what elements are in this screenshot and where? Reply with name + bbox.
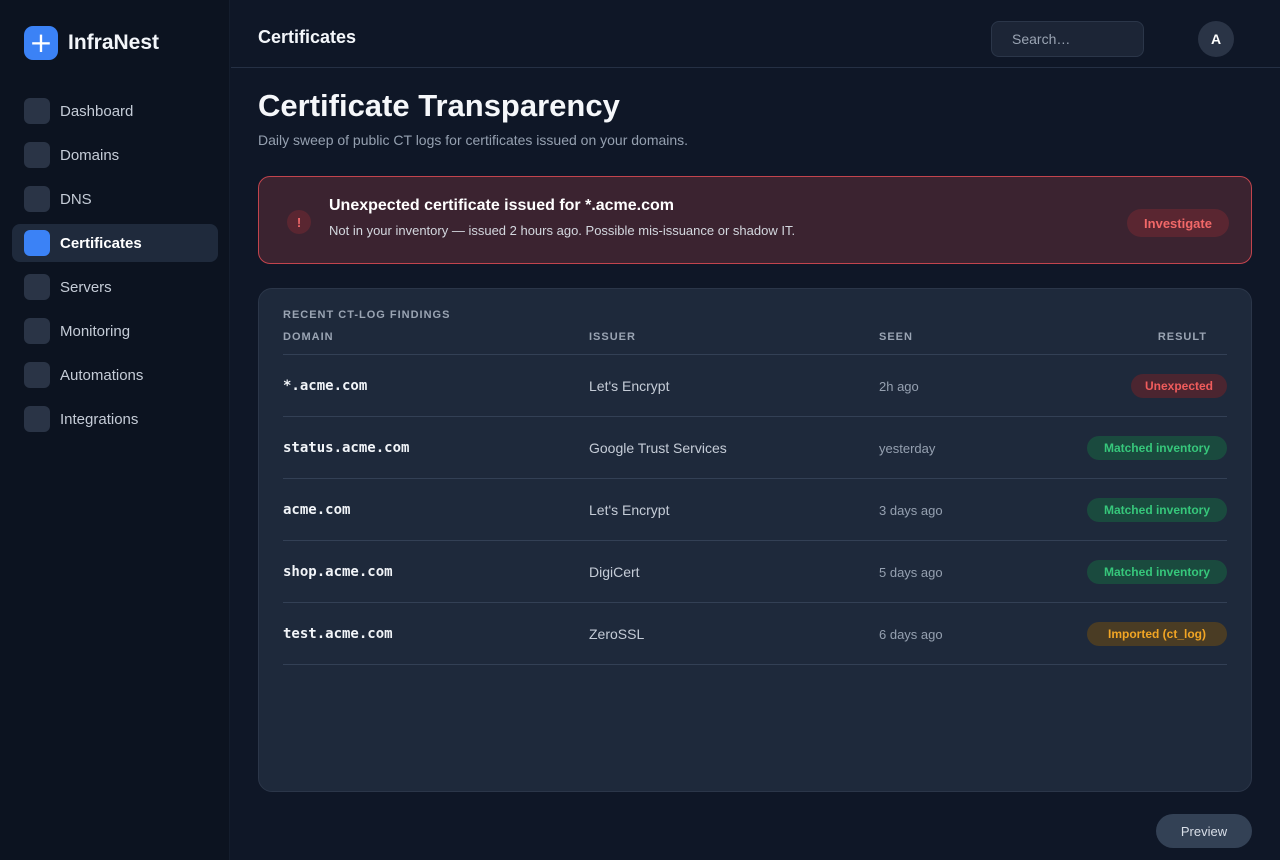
status-badge: Matched inventory [1086, 498, 1227, 522]
domain-cell: test.acme.com [283, 626, 393, 642]
issuer-cell: Google Trust Services [589, 440, 727, 456]
sidebar-item-monitoring[interactable]: Monitoring [12, 312, 218, 350]
sidebar-nav: Dashboard Domains DNS Certificates Servers Mo… [12, 92, 218, 444]
status-badge: Matched inventory [1086, 436, 1227, 460]
result-cell: Imported (ct_log) [1087, 603, 1227, 665]
findings-title: RECENT CT-LOG FINDINGS [283, 309, 451, 321]
table-row[interactable]: shop.acme.com DigiCert 5 days ago Matched i… [283, 541, 1227, 603]
status-badge: Imported (ct_log) [1087, 622, 1227, 646]
alert-banner: ! Unexpected certificate issued for *.ac… [258, 176, 1252, 264]
domain-cell: acme.com [283, 502, 351, 518]
column-header-domain: DOMAIN [283, 331, 334, 343]
sidebar-item-dashboard[interactable]: Dashboard [12, 92, 218, 130]
table-row[interactable]: acme.com Let's Encrypt 3 days ago Matched i… [283, 479, 1227, 541]
findings-panel: RECENT CT-LOG FINDINGS DOMAIN ISSUER SEE… [258, 288, 1252, 792]
seen-cell: 5 days ago [879, 564, 943, 580]
automations-icon [24, 362, 50, 388]
sidebar-item-certificates[interactable]: Certificates [12, 224, 218, 262]
issuer-cell: DigiCert [589, 564, 640, 580]
findings-table: *.acme.com Let's Encrypt 2h ago Unexpected s… [283, 355, 1227, 665]
dashboard-icon [24, 98, 50, 124]
sidebar-item-dns[interactable]: DNS [12, 180, 218, 218]
domain-cell: shop.acme.com [283, 564, 393, 580]
sidebar: + InfraNest Dashboard Domains DNS Certifica… [0, 0, 230, 860]
seen-cell: 3 days ago [879, 502, 943, 518]
seen-cell: yesterday [879, 440, 936, 456]
sidebar-item-automations[interactable]: Automations [12, 356, 218, 394]
seen-cell: 6 days ago [879, 626, 943, 642]
top-bar: Certificates A [231, 0, 1280, 68]
sidebar-item-domains[interactable]: Domains [12, 136, 218, 174]
table-row[interactable]: status.acme.com Google Trust Services yest… [283, 417, 1227, 479]
result-cell: Matched inventory [1086, 541, 1227, 603]
servers-icon [24, 274, 50, 300]
result-cell: Matched inventory [1086, 479, 1227, 541]
sidebar-item-label: Domains [60, 146, 120, 164]
sidebar-item-label: Servers [60, 278, 112, 296]
sidebar-item-label: Certificates [60, 234, 142, 252]
table-row[interactable]: test.acme.com ZeroSSL 6 days ago Imported (… [283, 603, 1227, 665]
sidebar-item-label: Integrations [60, 410, 139, 428]
integrations-icon [24, 406, 50, 432]
result-cell: Unexpected [1130, 355, 1227, 417]
result-cell: Matched inventory [1086, 417, 1227, 479]
page-title: Certificate Transparency [258, 88, 620, 123]
monitoring-icon [24, 318, 50, 344]
sidebar-item-label: Automations [60, 366, 144, 384]
alert-text: Not in your inventory — issued 2 hours a… [329, 223, 796, 238]
column-header-seen: SEEN [879, 331, 913, 343]
header-title: Certificates [258, 27, 357, 47]
sidebar-item-label: Dashboard [60, 102, 134, 120]
domain-cell: *.acme.com [283, 378, 368, 394]
investigate-button[interactable]: Investigate [1127, 209, 1229, 237]
plus-icon: + [24, 26, 58, 60]
dns-icon [24, 186, 50, 212]
seen-cell: 2h ago [879, 378, 919, 394]
status-badge: Matched inventory [1086, 560, 1227, 584]
sidebar-item-integrations[interactable]: Integrations [12, 400, 218, 438]
domain-cell: status.acme.com [283, 440, 410, 456]
issuer-cell: Let's Encrypt [589, 502, 670, 518]
table-row[interactable]: *.acme.com Let's Encrypt 2h ago Unexpected [283, 355, 1227, 417]
sidebar-item-label: DNS [60, 190, 92, 208]
column-header-result: RESULT [1157, 331, 1207, 343]
preview-button[interactable]: Preview [1156, 814, 1252, 848]
app-name: InfraNest [68, 31, 160, 54]
issuer-cell: ZeroSSL [589, 626, 645, 642]
domains-icon [24, 142, 50, 168]
sidebar-item-label: Monitoring [60, 322, 131, 340]
status-badge: Unexpected [1130, 374, 1227, 398]
certificates-icon [24, 230, 50, 256]
issuer-cell: Let's Encrypt [589, 378, 670, 394]
alert-title: Unexpected certificate issued for *.acme… [329, 197, 675, 214]
avatar[interactable]: A [1198, 21, 1234, 57]
brand[interactable]: + InfraNest [24, 26, 159, 60]
page-subtitle: Daily sweep of public CT logs for certif… [258, 132, 689, 148]
search-input[interactable] [991, 21, 1144, 57]
exclamation-icon: ! [287, 210, 311, 234]
column-header-issuer: ISSUER [589, 331, 636, 343]
sidebar-item-servers[interactable]: Servers [12, 268, 218, 306]
